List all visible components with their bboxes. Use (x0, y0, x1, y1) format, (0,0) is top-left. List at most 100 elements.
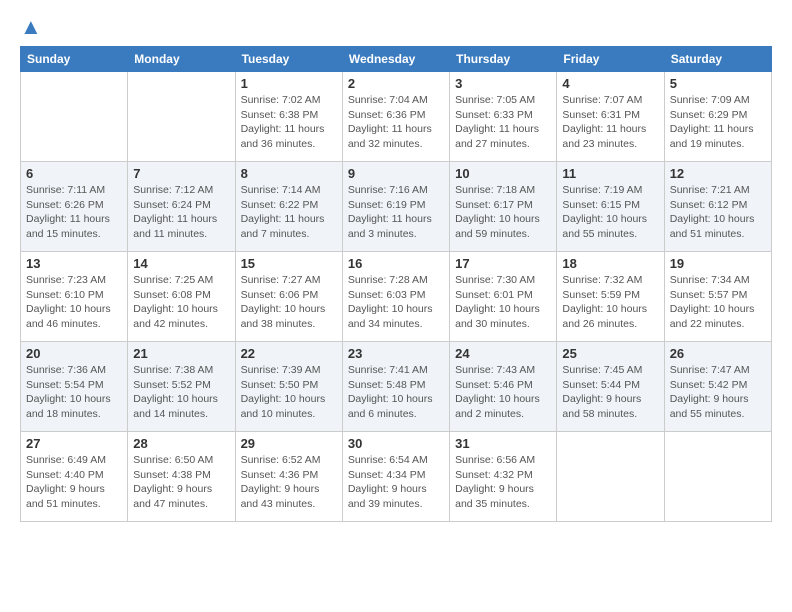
week-row-5: 27 Sunrise: 6:49 AM Sunset: 4:40 PM Dayli… (21, 432, 772, 522)
day-info: Sunrise: 7:16 AM Sunset: 6:19 PM Dayligh… (348, 183, 444, 242)
day-info: Sunrise: 7:28 AM Sunset: 6:03 PM Dayligh… (348, 273, 444, 332)
calendar-table: SundayMondayTuesdayWednesdayThursdayFrid… (20, 46, 772, 522)
weekday-header-sunday: Sunday (21, 47, 128, 72)
day-number: 7 (133, 166, 229, 181)
calendar-cell: 25 Sunrise: 7:45 AM Sunset: 5:44 PM Dayli… (557, 342, 664, 432)
day-info: Sunrise: 7:47 AM Sunset: 5:42 PM Dayligh… (670, 363, 766, 422)
day-number: 14 (133, 256, 229, 271)
day-info: Sunrise: 7:23 AM Sunset: 6:10 PM Dayligh… (26, 273, 122, 332)
day-number: 11 (562, 166, 658, 181)
day-number: 23 (348, 346, 444, 361)
calendar-cell: 2Sunrise: 7:04 AM Sunset: 6:36 PM Daylig… (342, 72, 449, 162)
day-info: Sunrise: 7:02 AM Sunset: 6:38 PM Dayligh… (241, 93, 337, 152)
day-info: Sunrise: 7:12 AM Sunset: 6:24 PM Dayligh… (133, 183, 229, 242)
calendar-cell (128, 72, 235, 162)
calendar-cell: 16 Sunrise: 7:28 AM Sunset: 6:03 PM Dayli… (342, 252, 449, 342)
day-info: Sunrise: 7:45 AM Sunset: 5:44 PM Dayligh… (562, 363, 658, 422)
header: ▲ (20, 16, 772, 38)
day-number: 3 (455, 76, 551, 91)
calendar-cell: 24 Sunrise: 7:43 AM Sunset: 5:46 PM Dayli… (450, 342, 557, 432)
day-info: Sunrise: 7:19 AM Sunset: 6:15 PM Dayligh… (562, 183, 658, 242)
day-number: 9 (348, 166, 444, 181)
calendar-cell: 23 Sunrise: 7:41 AM Sunset: 5:48 PM Dayli… (342, 342, 449, 432)
day-info: Sunrise: 6:49 AM Sunset: 4:40 PM Dayligh… (26, 453, 122, 512)
calendar-cell: 4 Sunrise: 7:07 AM Sunset: 6:31 PM Daylig… (557, 72, 664, 162)
calendar-cell: 12Sunrise: 7:21 AM Sunset: 6:12 PM Dayli… (664, 162, 771, 252)
day-number: 27 (26, 436, 122, 451)
day-number: 12 (670, 166, 766, 181)
day-info: Sunrise: 6:56 AM Sunset: 4:32 PM Dayligh… (455, 453, 551, 512)
day-info: Sunrise: 7:04 AM Sunset: 6:36 PM Dayligh… (348, 93, 444, 152)
calendar-cell: 14 Sunrise: 7:25 AM Sunset: 6:08 PM Dayli… (128, 252, 235, 342)
weekday-header-saturday: Saturday (664, 47, 771, 72)
day-number: 21 (133, 346, 229, 361)
day-number: 25 (562, 346, 658, 361)
day-number: 30 (348, 436, 444, 451)
calendar-cell: 17 Sunrise: 7:30 AM Sunset: 6:01 PM Dayli… (450, 252, 557, 342)
calendar-cell: 3 Sunrise: 7:05 AM Sunset: 6:33 PM Daylig… (450, 72, 557, 162)
day-number: 8 (241, 166, 337, 181)
calendar-cell: 27 Sunrise: 6:49 AM Sunset: 4:40 PM Dayli… (21, 432, 128, 522)
day-number: 6 (26, 166, 122, 181)
day-info: Sunrise: 7:41 AM Sunset: 5:48 PM Dayligh… (348, 363, 444, 422)
day-info: Sunrise: 7:34 AM Sunset: 5:57 PM Dayligh… (670, 273, 766, 332)
day-number: 13 (26, 256, 122, 271)
weekday-header-row: SundayMondayTuesdayWednesdayThursdayFrid… (21, 47, 772, 72)
weekday-header-monday: Monday (128, 47, 235, 72)
day-number: 28 (133, 436, 229, 451)
day-info: Sunrise: 7:18 AM Sunset: 6:17 PM Dayligh… (455, 183, 551, 242)
calendar-cell: 13 Sunrise: 7:23 AM Sunset: 6:10 PM Dayli… (21, 252, 128, 342)
day-info: Sunrise: 7:05 AM Sunset: 6:33 PM Dayligh… (455, 93, 551, 152)
weekday-header-tuesday: Tuesday (235, 47, 342, 72)
day-info: Sunrise: 7:43 AM Sunset: 5:46 PM Dayligh… (455, 363, 551, 422)
day-info: Sunrise: 7:36 AM Sunset: 5:54 PM Dayligh… (26, 363, 122, 422)
day-info: Sunrise: 7:09 AM Sunset: 6:29 PM Dayligh… (670, 93, 766, 152)
calendar-cell (21, 72, 128, 162)
day-info: Sunrise: 7:30 AM Sunset: 6:01 PM Dayligh… (455, 273, 551, 332)
day-info: Sunrise: 7:25 AM Sunset: 6:08 PM Dayligh… (133, 273, 229, 332)
day-info: Sunrise: 7:39 AM Sunset: 5:50 PM Dayligh… (241, 363, 337, 422)
day-number: 5 (670, 76, 766, 91)
calendar-cell: 19 Sunrise: 7:34 AM Sunset: 5:57 PM Dayli… (664, 252, 771, 342)
calendar-cell (557, 432, 664, 522)
day-number: 29 (241, 436, 337, 451)
calendar-cell: 10 Sunrise: 7:18 AM Sunset: 6:17 PM Dayli… (450, 162, 557, 252)
day-info: Sunrise: 7:07 AM Sunset: 6:31 PM Dayligh… (562, 93, 658, 152)
calendar-cell: 1 Sunrise: 7:02 AM Sunset: 6:38 PM Daylig… (235, 72, 342, 162)
calendar-cell (664, 432, 771, 522)
calendar-cell: 26 Sunrise: 7:47 AM Sunset: 5:42 PM Dayli… (664, 342, 771, 432)
weekday-header-friday: Friday (557, 47, 664, 72)
day-number: 17 (455, 256, 551, 271)
day-info: Sunrise: 6:54 AM Sunset: 4:34 PM Dayligh… (348, 453, 444, 512)
day-number: 16 (348, 256, 444, 271)
day-number: 1 (241, 76, 337, 91)
logo-icon: ▲ (20, 16, 44, 38)
day-number: 19 (670, 256, 766, 271)
day-info: Sunrise: 7:27 AM Sunset: 6:06 PM Dayligh… (241, 273, 337, 332)
day-info: Sunrise: 7:14 AM Sunset: 6:22 PM Dayligh… (241, 183, 337, 242)
day-number: 31 (455, 436, 551, 451)
weekday-header-wednesday: Wednesday (342, 47, 449, 72)
logo: ▲ (20, 16, 44, 38)
day-number: 15 (241, 256, 337, 271)
week-row-2: 6Sunrise: 7:11 AM Sunset: 6:26 PM Daylig… (21, 162, 772, 252)
calendar-cell: 15 Sunrise: 7:27 AM Sunset: 6:06 PM Dayli… (235, 252, 342, 342)
calendar-cell: 20 Sunrise: 7:36 AM Sunset: 5:54 PM Dayli… (21, 342, 128, 432)
day-info: Sunrise: 6:52 AM Sunset: 4:36 PM Dayligh… (241, 453, 337, 512)
day-number: 4 (562, 76, 658, 91)
day-number: 20 (26, 346, 122, 361)
week-row-1: 1 Sunrise: 7:02 AM Sunset: 6:38 PM Daylig… (21, 72, 772, 162)
day-number: 22 (241, 346, 337, 361)
day-info: Sunrise: 7:32 AM Sunset: 5:59 PM Dayligh… (562, 273, 658, 332)
calendar-cell: 9 Sunrise: 7:16 AM Sunset: 6:19 PM Daylig… (342, 162, 449, 252)
day-number: 24 (455, 346, 551, 361)
weekday-header-thursday: Thursday (450, 47, 557, 72)
calendar-cell: 5 Sunrise: 7:09 AM Sunset: 6:29 PM Daylig… (664, 72, 771, 162)
calendar-cell: 28Sunrise: 6:50 AM Sunset: 4:38 PM Dayli… (128, 432, 235, 522)
day-number: 18 (562, 256, 658, 271)
calendar-cell: 7 Sunrise: 7:12 AM Sunset: 6:24 PM Daylig… (128, 162, 235, 252)
day-number: 10 (455, 166, 551, 181)
calendar-cell: 22 Sunrise: 7:39 AM Sunset: 5:50 PM Dayli… (235, 342, 342, 432)
day-number: 26 (670, 346, 766, 361)
calendar-cell: 29 Sunrise: 6:52 AM Sunset: 4:36 PM Dayli… (235, 432, 342, 522)
